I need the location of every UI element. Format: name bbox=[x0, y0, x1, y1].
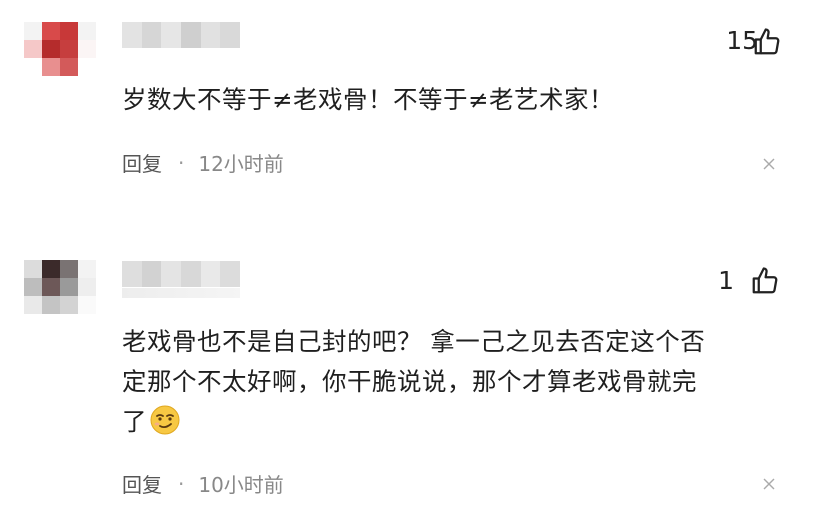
separator-dot: · bbox=[178, 471, 185, 496]
reply-button[interactable]: 回复 bbox=[122, 148, 162, 177]
thumbs-up-icon[interactable] bbox=[752, 27, 782, 57]
smirk-face-emoji-icon bbox=[150, 405, 180, 435]
comment-text: 岁数大不等于≠老戏骨！不等于≠老艺术家！ bbox=[122, 85, 615, 114]
timestamp: 10小时前 bbox=[198, 473, 284, 497]
close-icon[interactable] bbox=[762, 477, 776, 491]
comment-text-line: 定那个不太好啊，你干脆说说，那个才算老戏骨就完 bbox=[122, 367, 697, 396]
comment-text-line-last: 了 bbox=[122, 402, 782, 442]
comment-text-line: 老戏骨也不是自己封的吧？ 拿一己之见去否定这个否 bbox=[122, 327, 706, 356]
comment-item: 15 岁数大不等于≠老戏骨！不等于≠老艺术家！ 回复 · 12小时前 bbox=[0, 0, 820, 230]
username-blurred[interactable] bbox=[122, 22, 240, 48]
comment-footer: 回复 · 10小时前 bbox=[122, 469, 284, 498]
username-blurred-sub bbox=[122, 288, 240, 298]
separator-dot: · bbox=[178, 150, 185, 175]
comment-text-line: 了 bbox=[122, 407, 147, 436]
like-count: 1 bbox=[718, 266, 734, 295]
comment-text: 老戏骨也不是自己封的吧？ 拿一己之见去否定这个否 定那个不太好啊，你干脆说说，那… bbox=[122, 322, 782, 442]
timestamp: 12小时前 bbox=[198, 152, 284, 176]
thumbs-up-icon[interactable] bbox=[750, 266, 780, 296]
comment-item: 1 老戏骨也不是自己封的吧？ 拿一己之见去否定这个否 定那个不太好啊，你干脆说说… bbox=[0, 236, 820, 522]
username-blurred[interactable] bbox=[122, 261, 240, 287]
close-icon[interactable] bbox=[762, 157, 776, 171]
avatar[interactable] bbox=[24, 22, 96, 76]
reply-button[interactable]: 回复 bbox=[122, 469, 162, 498]
comment-footer: 回复 · 12小时前 bbox=[122, 148, 284, 177]
avatar[interactable] bbox=[24, 260, 96, 314]
